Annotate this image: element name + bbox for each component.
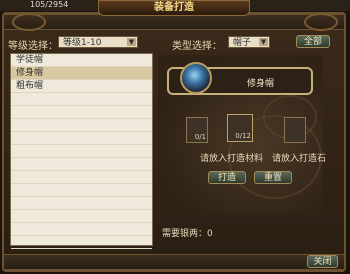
- material-slot-label: 请放入打造材料: [200, 154, 264, 164]
- top-value: 105/2954: [30, 0, 69, 9]
- list-item[interactable]: [11, 158, 152, 171]
- list-item[interactable]: [11, 119, 152, 132]
- list-item[interactable]: 粗布帽: [11, 80, 152, 93]
- window-header-bar: [4, 14, 344, 30]
- chevron-down-icon: ▼: [127, 38, 136, 46]
- forge-button[interactable]: 打造: [208, 171, 246, 184]
- chevron-down-icon: ▼: [259, 38, 268, 46]
- list-item[interactable]: [11, 145, 152, 158]
- level-select[interactable]: 等级1-10 ▼: [58, 36, 138, 48]
- window-title: 装备打造: [98, 0, 250, 16]
- type-select[interactable]: 帽子 ▼: [228, 36, 270, 48]
- list-item[interactable]: [11, 223, 152, 236]
- list-item[interactable]: 修身帽: [11, 67, 152, 80]
- list-item[interactable]: [11, 184, 152, 197]
- type-select-value: 帽子: [233, 38, 252, 48]
- type-select-label: 类型选择：: [172, 41, 222, 52]
- list-item[interactable]: [11, 93, 152, 106]
- reset-button[interactable]: 重置: [254, 171, 292, 184]
- list-item[interactable]: [11, 171, 152, 184]
- level-select-label: 等级选择：: [8, 41, 58, 52]
- ornament-left: [12, 13, 46, 31]
- ornament-right: [304, 13, 338, 31]
- list-item[interactable]: [11, 132, 152, 145]
- hat-icon[interactable]: [180, 62, 212, 94]
- material-slot[interactable]: 0/1: [186, 117, 208, 143]
- recipe-list: 学徒帽 修身帽 粗布帽: [10, 53, 153, 249]
- list-item[interactable]: [11, 197, 152, 210]
- list-item[interactable]: [11, 210, 152, 223]
- forge-stone-slot-active[interactable]: 0/12: [227, 114, 253, 142]
- level-select-value: 等级1-10: [63, 38, 102, 48]
- close-button[interactable]: 关闭: [307, 255, 338, 268]
- forge-stone-count: 0/12: [235, 132, 251, 140]
- required-silver: 需要银两：0: [162, 229, 213, 239]
- all-button[interactable]: 全部: [296, 35, 330, 48]
- forge-stone-slot-label: 请放入打造石: [272, 154, 327, 164]
- window-footer-bar: [4, 254, 344, 270]
- list-item[interactable]: [11, 106, 152, 119]
- material-count: 0/1: [194, 133, 206, 141]
- forge-stone-slot[interactable]: [284, 117, 306, 143]
- list-item[interactable]: 学徒帽: [11, 54, 152, 67]
- list-item[interactable]: [11, 236, 152, 249]
- target-item-name: 修身帽: [247, 79, 275, 89]
